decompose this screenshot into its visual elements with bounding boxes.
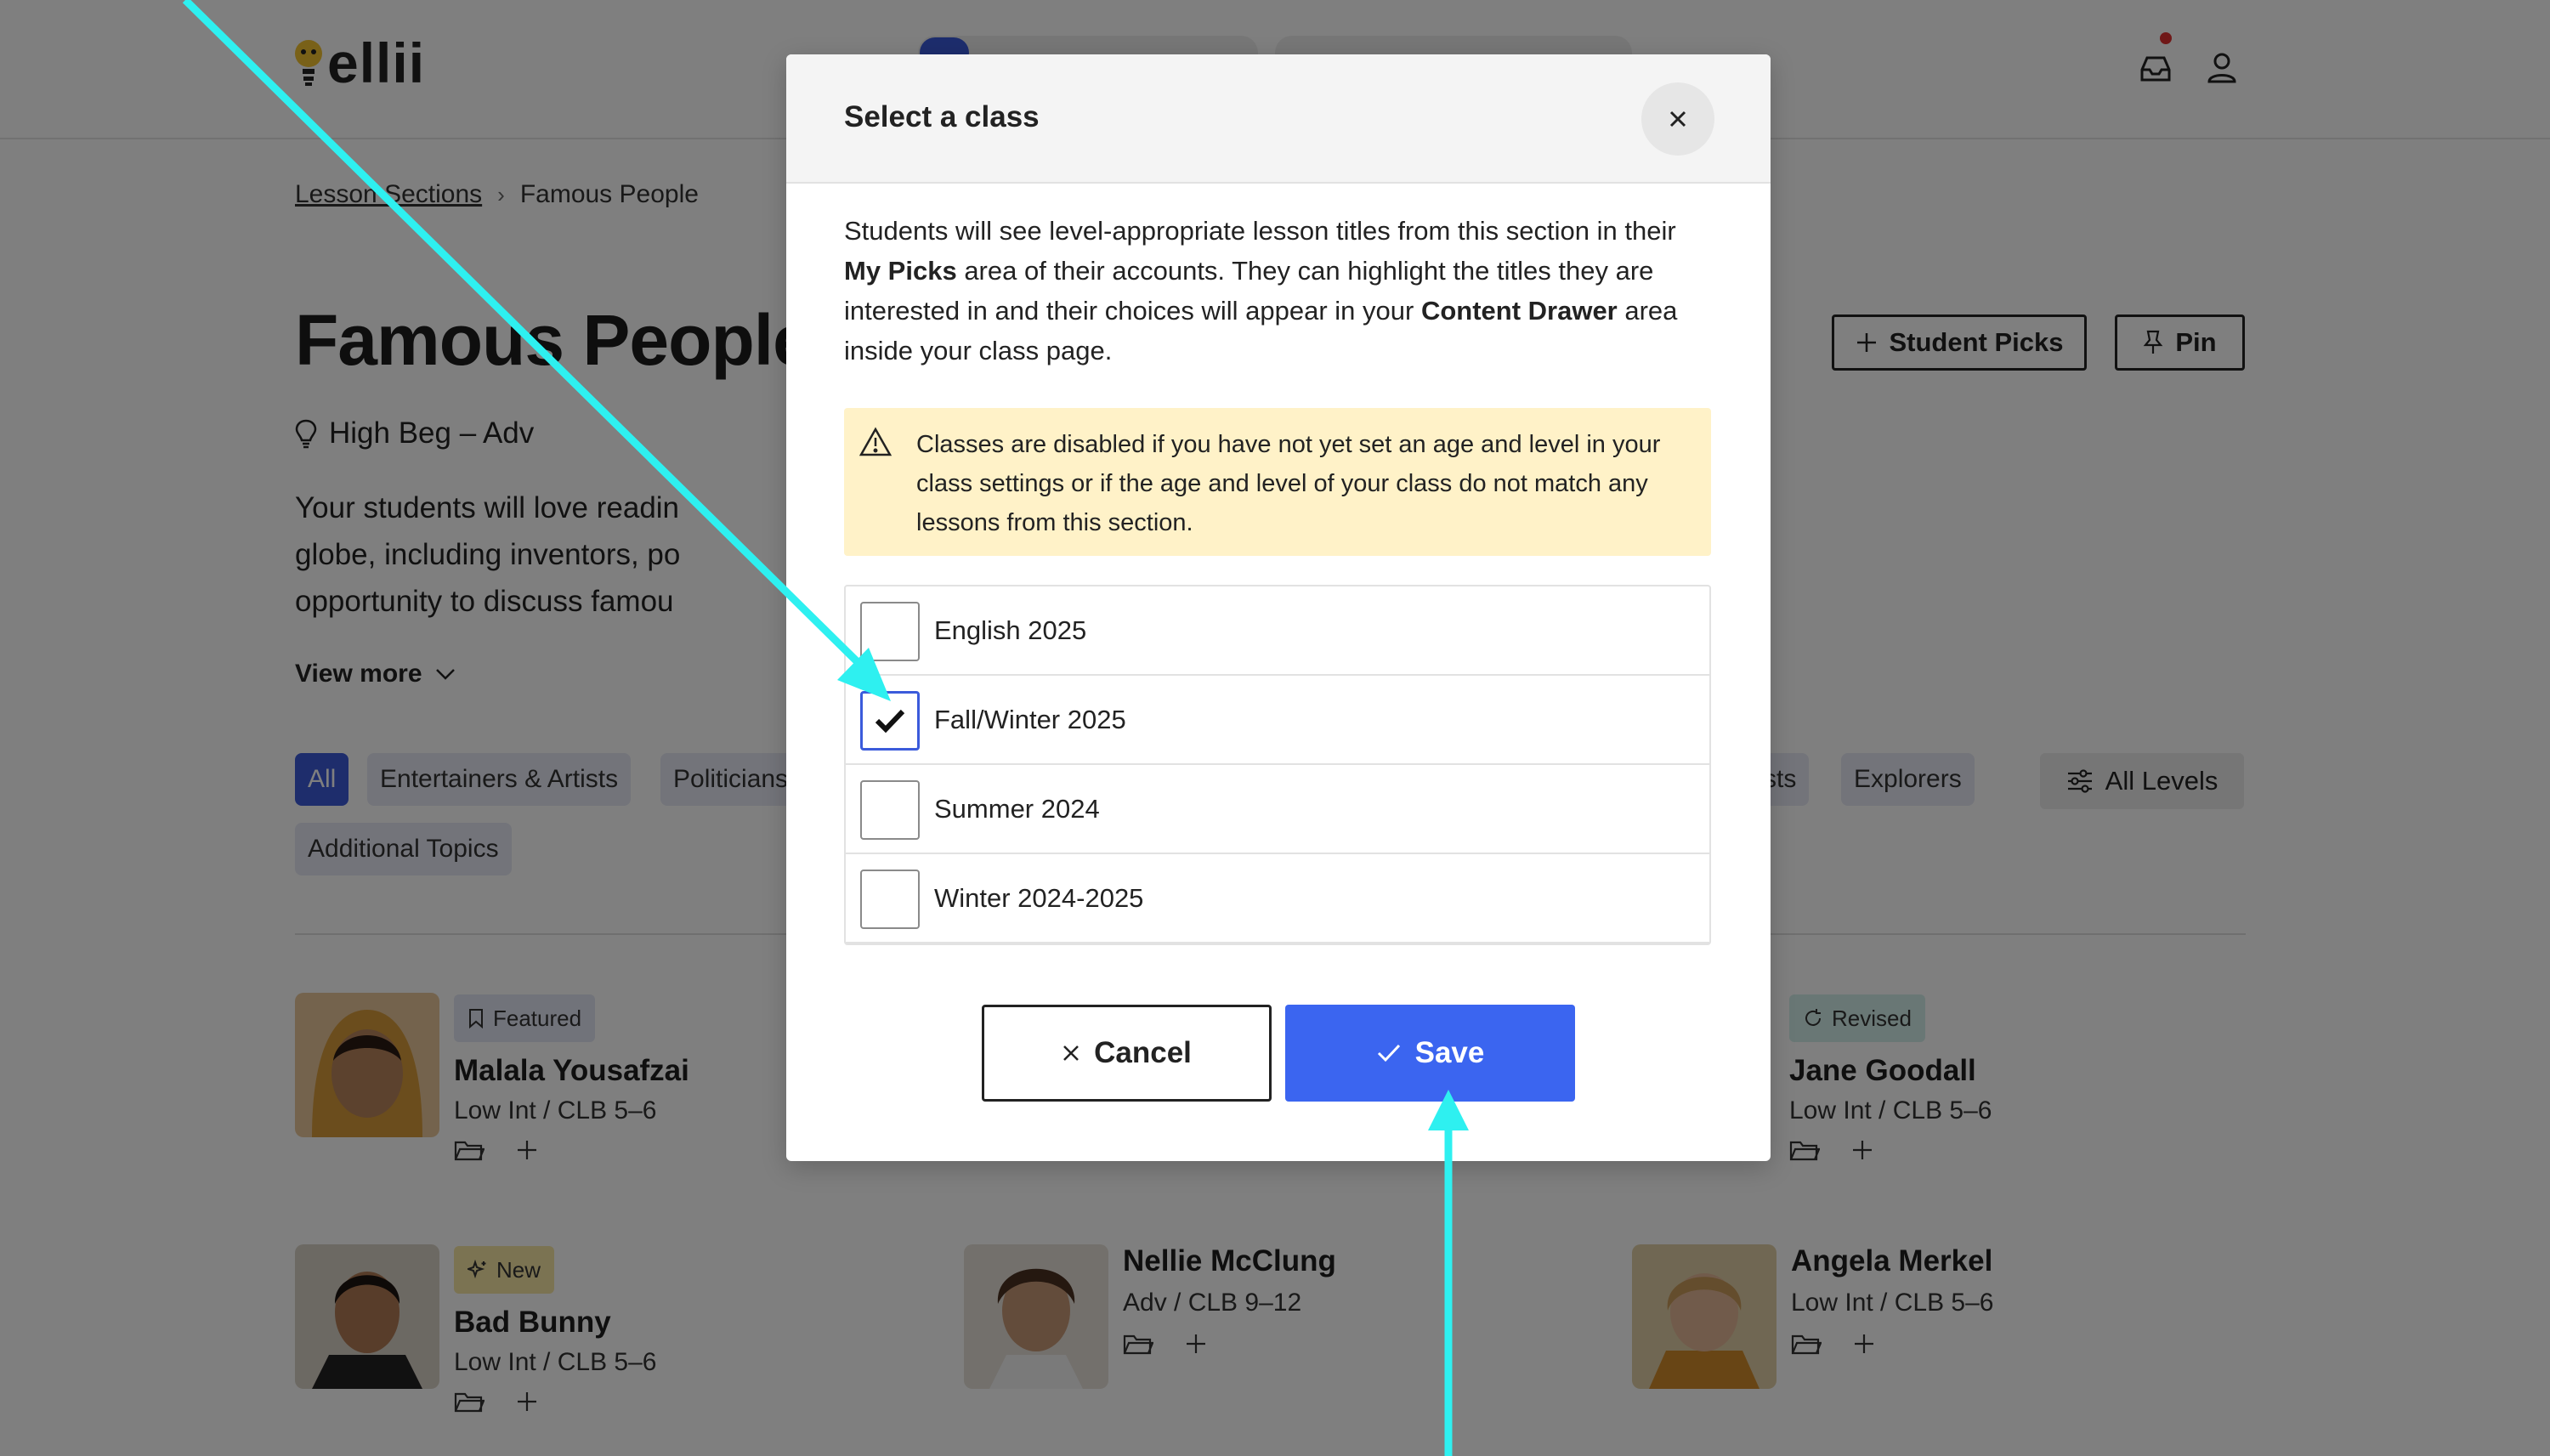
cancel-label: Cancel xyxy=(1094,1036,1192,1069)
checkmark-icon xyxy=(875,709,905,734)
select-class-modal: Select a class Students will see level-a… xyxy=(786,54,1771,1161)
modal-title: Select a class xyxy=(844,100,1040,133)
my-picks-emphasis: My Picks xyxy=(844,256,957,286)
close-button[interactable] xyxy=(1641,82,1714,156)
warning-text: Classes are disabled if you have not yet… xyxy=(916,431,1661,536)
class-checkbox[interactable] xyxy=(860,870,920,929)
class-option-english-2025[interactable]: English 2025 xyxy=(846,586,1709,676)
class-checkbox[interactable] xyxy=(860,602,920,661)
class-option-summer-2024[interactable]: Summer 2024 xyxy=(846,765,1709,854)
save-button[interactable]: Save xyxy=(1285,1005,1575,1102)
modal-description: Students will see level-appropriate less… xyxy=(844,211,1720,371)
close-icon xyxy=(1669,110,1686,127)
checkmark-icon xyxy=(1377,1044,1400,1062)
class-option-fall-winter-2025[interactable]: Fall/Winter 2025 xyxy=(846,676,1709,765)
modal-header: Select a class xyxy=(786,54,1771,184)
class-label: Fall/Winter 2025 xyxy=(934,705,1126,734)
close-icon xyxy=(1063,1045,1079,1061)
class-checkbox-checked[interactable] xyxy=(860,691,920,751)
class-label: Winter 2024-2025 xyxy=(934,883,1144,913)
save-label: Save xyxy=(1414,1036,1485,1069)
class-checkbox[interactable] xyxy=(860,780,920,840)
warning-icon xyxy=(859,427,892,456)
cancel-button[interactable]: Cancel xyxy=(982,1005,1272,1102)
warning-notice: Classes are disabled if you have not yet… xyxy=(844,408,1711,556)
desc-text: Students will see level-appropriate less… xyxy=(844,216,1676,246)
class-label: Summer 2024 xyxy=(934,794,1100,824)
content-drawer-emphasis: Content Drawer xyxy=(1420,296,1618,326)
class-option-winter-2024-2025[interactable]: Winter 2024-2025 xyxy=(846,854,1709,943)
class-list: English 2025 Fall/Winter 2025 Summer 202… xyxy=(844,585,1711,945)
class-label: English 2025 xyxy=(934,615,1087,645)
